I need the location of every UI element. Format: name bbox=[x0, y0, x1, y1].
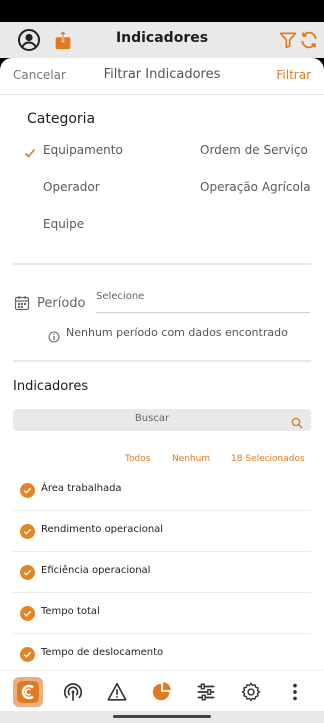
check-icon bbox=[24, 144, 36, 163]
category-title: Categoria bbox=[27, 111, 96, 127]
search-icon[interactable] bbox=[291, 414, 303, 433]
pie-chart-icon[interactable] bbox=[147, 677, 177, 707]
home-indicator[interactable] bbox=[113, 715, 211, 718]
indicator-label: Eficiência operacional bbox=[41, 565, 151, 576]
checked-icon[interactable] bbox=[20, 606, 35, 621]
indicator-label: Área trabalhada bbox=[41, 483, 122, 494]
app-logo-icon[interactable] bbox=[13, 677, 43, 707]
signal-icon[interactable] bbox=[58, 677, 88, 707]
category-option-equipamento[interactable]: Equipamento bbox=[43, 143, 123, 157]
checked-icon[interactable] bbox=[20, 565, 35, 580]
alert-icon[interactable] bbox=[102, 677, 132, 707]
checked-icon[interactable] bbox=[20, 647, 35, 662]
app-header: Indicadores bbox=[0, 22, 324, 58]
more-vertical-icon[interactable] bbox=[280, 677, 310, 707]
checked-icon[interactable] bbox=[20, 524, 35, 539]
indicator-label: Rendimento operacional bbox=[41, 524, 164, 535]
period-info-text: Nenhum período com dados encontrado bbox=[66, 326, 288, 339]
category-option-operador[interactable]: Operador bbox=[43, 180, 100, 194]
category-option-operacao-agricola[interactable]: Operação Agrícola bbox=[200, 180, 311, 194]
select-none-link[interactable]: Nenhum bbox=[172, 454, 210, 464]
indicator-item[interactable]: Rendimento operacional bbox=[13, 511, 311, 552]
sliders-icon[interactable] bbox=[191, 677, 221, 707]
checked-icon[interactable] bbox=[20, 483, 35, 498]
sheet-toolbar: Cancelar Filtrar Indicadores Filtrar bbox=[0, 58, 324, 95]
search-input[interactable]: Buscar bbox=[13, 409, 311, 431]
indicators-title: Indicadores bbox=[13, 379, 89, 394]
search-placeholder: Buscar bbox=[134, 413, 170, 424]
gear-icon[interactable] bbox=[236, 677, 266, 707]
indicator-item[interactable]: Área trabalhada bbox=[13, 470, 311, 511]
bottom-tab-bar bbox=[0, 670, 324, 712]
apply-filter-button[interactable]: Filtrar bbox=[276, 68, 311, 82]
status-bar bbox=[0, 0, 324, 22]
indicator-item[interactable]: Eficiência operacional bbox=[13, 552, 311, 593]
cancel-button[interactable]: Cancelar bbox=[13, 68, 66, 82]
divider bbox=[13, 263, 311, 265]
indicator-label: Tempo de deslocamento bbox=[41, 647, 164, 658]
indicator-item[interactable]: Tempo de deslocamento bbox=[13, 634, 311, 670]
divider bbox=[13, 360, 311, 362]
calendar-icon bbox=[14, 295, 30, 315]
period-select[interactable]: Selecione bbox=[96, 291, 310, 313]
info-icon bbox=[48, 328, 60, 347]
category-option-ordem-de-servico[interactable]: Ordem de Serviço bbox=[200, 143, 308, 157]
indicator-label: Tempo total bbox=[41, 606, 100, 617]
refresh-icon[interactable] bbox=[297, 28, 321, 52]
selected-count[interactable]: 18 Selecionados bbox=[231, 454, 305, 464]
period-label: Período bbox=[37, 296, 86, 311]
system-nav-bar bbox=[0, 711, 324, 723]
filter-sheet: Cancelar Filtrar Indicadores Filtrar Cat… bbox=[0, 58, 324, 670]
indicator-item[interactable]: Tempo total bbox=[13, 593, 311, 634]
category-option-equipe[interactable]: Equipe bbox=[43, 217, 84, 231]
select-all-link[interactable]: Todos bbox=[125, 454, 150, 464]
